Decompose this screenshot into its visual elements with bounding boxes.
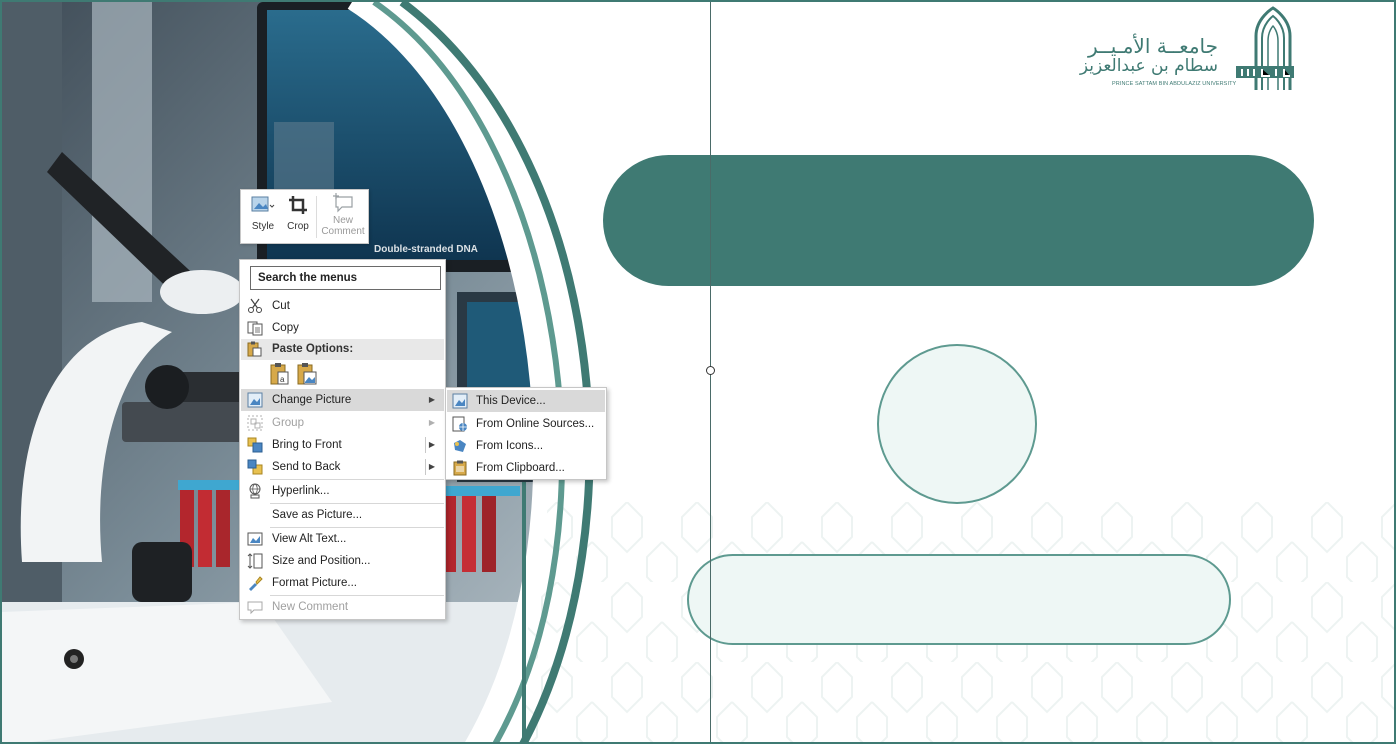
this-device-label: This Device... — [476, 395, 546, 407]
bring-to-front-label: Bring to Front — [272, 439, 342, 451]
format-picture-icon — [249, 576, 263, 591]
crop-label: Crop — [287, 221, 309, 232]
menu-item-view-alt-text[interactable]: View Alt Text... — [241, 528, 444, 550]
menu-item-save-as-picture[interactable]: Save as Picture... — [241, 504, 444, 526]
online-icon — [452, 416, 467, 432]
bring-to-front-icon — [247, 437, 263, 453]
svg-text:a: a — [280, 375, 285, 384]
menu-item-format-picture[interactable]: Format Picture... — [241, 572, 444, 594]
format-picture-label: Format Picture... — [272, 577, 357, 589]
logo-english-text: PRINCE SATTAM BIN ABDULAZIZ UNIVERSITY — [1112, 81, 1237, 87]
copy-label: Copy — [272, 322, 299, 334]
size-and-position-label: Size and Position... — [272, 555, 371, 567]
submenu-item-from-online-sources[interactable]: From Online Sources... — [447, 413, 605, 435]
scissors-icon — [248, 298, 262, 313]
view-alt-text-label: View Alt Text... — [272, 533, 347, 545]
from-online-sources-label: From Online Sources... — [476, 418, 595, 430]
search-menus-input[interactable]: Search the menus — [250, 266, 441, 290]
new-comment-label-line1: New — [332, 215, 353, 226]
paste-options-label: Paste Options: — [272, 343, 354, 355]
send-to-back-label: Send to Back — [272, 461, 341, 473]
from-icons-label: From Icons... — [476, 440, 544, 452]
group-label: Group — [272, 417, 304, 429]
submenu-item-from-icons[interactable]: From Icons... — [447, 435, 605, 457]
comment-icon — [247, 601, 263, 615]
new-comment-icon — [333, 193, 353, 213]
menu-item-copy[interactable]: Copy — [241, 317, 444, 339]
circle-shape[interactable] — [877, 344, 1037, 504]
paste-icon — [247, 341, 262, 357]
group-icon — [247, 415, 263, 431]
subtitle-pill-shape[interactable] — [687, 554, 1231, 645]
alt-text-icon — [247, 532, 263, 546]
menu-item-cut[interactable]: Cut — [241, 295, 444, 317]
hyperlink-icon — [249, 483, 261, 499]
toolbar-divider — [316, 196, 317, 238]
paste-options-header: Paste Options: — [241, 339, 444, 360]
menu-item-bring-to-front[interactable]: Bring to Front ▶ — [241, 434, 444, 456]
menu-item-group[interactable]: Group ▶ — [241, 412, 444, 434]
logo-arabic-line1: جامعــة الأمـيــر — [1088, 34, 1218, 58]
menu-item-change-picture[interactable]: Change Picture ▶ — [241, 389, 444, 411]
size-position-icon — [247, 553, 263, 569]
submenu-arrow-icon[interactable]: ▶ — [429, 434, 435, 456]
submenu-arrow-icon: ▶ — [428, 418, 435, 427]
logo-arabic-line2: سطام بن عبدالعزيز — [1079, 56, 1218, 76]
style-label: Style — [251, 221, 275, 232]
rotation-handle[interactable] — [706, 366, 715, 375]
submenu-arrow-icon[interactable]: ▶ — [429, 456, 435, 478]
menu-item-send-to-back[interactable]: Send to Back ▶ — [241, 456, 444, 478]
menu-item-new-comment[interactable]: New Comment — [241, 596, 444, 618]
clipboard-icon — [453, 460, 467, 476]
paste-keep-formatting-icon[interactable]: a — [270, 362, 290, 386]
save-as-picture-label: Save as Picture... — [272, 509, 363, 521]
style-button[interactable]: Style — [247, 195, 279, 241]
menu-item-size-and-position[interactable]: Size and Position... — [241, 550, 444, 572]
slide-canvas[interactable]: Double-stranded DNA جامعــة الأمـيــر سط… — [0, 0, 1396, 744]
submenu-item-this-device[interactable]: This Device... — [447, 390, 605, 412]
menu-item-hyperlink[interactable]: Hyperlink... — [241, 480, 444, 502]
context-menu: Search the menus Cut Copy Paste Options: — [239, 259, 446, 620]
change-picture-submenu: This Device... From Online Sources... Fr… — [445, 387, 607, 480]
style-icon — [251, 196, 275, 212]
copy-icon — [247, 321, 263, 336]
submenu-arrow-icon: ▶ — [428, 395, 435, 404]
submenu-item-from-clipboard[interactable]: From Clipboard... — [447, 457, 605, 479]
teal-vertical-bar — [522, 482, 526, 742]
crop-button[interactable]: Crop — [283, 195, 313, 241]
device-icon — [452, 393, 468, 409]
screen-caption: Double-stranded DNA — [374, 244, 478, 255]
from-clipboard-label: From Clipboard... — [476, 462, 565, 474]
crop-icon — [289, 196, 307, 214]
floating-mini-toolbar: Style Crop New Comment — [240, 189, 369, 244]
new-comment-label: New Comment — [272, 601, 349, 613]
split-divider — [425, 459, 426, 475]
logo-calligraphy-icon — [1236, 66, 1294, 78]
split-divider — [425, 437, 426, 453]
university-logo: جامعــة الأمـيــر سطام بن عبدالعزيز PRIN… — [1080, 6, 1294, 90]
cut-label: Cut — [272, 300, 290, 312]
send-to-back-icon — [247, 459, 263, 475]
paste-as-picture-icon[interactable] — [297, 362, 317, 386]
new-comment-label-line2: Comment — [321, 226, 365, 237]
change-picture-label: Change Picture — [272, 394, 352, 406]
hyperlink-label: Hyperlink... — [272, 485, 330, 497]
new-comment-button[interactable]: New Comment — [319, 193, 367, 239]
icons-icon — [454, 440, 466, 452]
change-picture-icon — [247, 392, 263, 408]
